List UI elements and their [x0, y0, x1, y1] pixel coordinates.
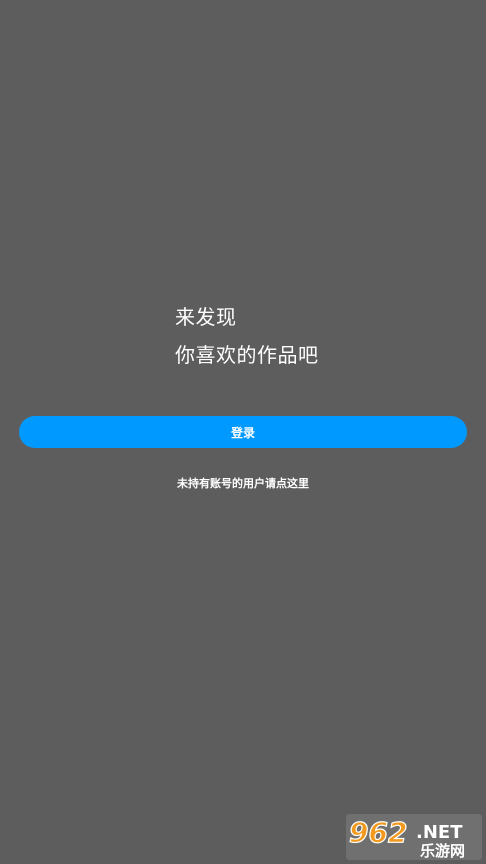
login-button[interactable]: 登录	[19, 416, 467, 448]
intro-line-1: 来发现	[175, 305, 237, 329]
intro-line-2: 你喜欢的作品吧	[175, 343, 319, 367]
login-button-label: 登录	[230, 425, 255, 440]
watermark-brand-suffix: .NET	[416, 822, 463, 843]
watermark-brand-cn: 乐游网	[420, 842, 465, 860]
watermark-brand-number: 962	[349, 816, 407, 849]
intro-headline: 来发现 你喜欢的作品吧	[175, 298, 319, 374]
watermark-logo: 962 .NET 乐游网	[346, 814, 482, 860]
register-link[interactable]: 未持有账号的用户请点这里	[0, 475, 486, 491]
watermark-logo-graphic: 962 .NET 乐游网	[346, 814, 482, 860]
